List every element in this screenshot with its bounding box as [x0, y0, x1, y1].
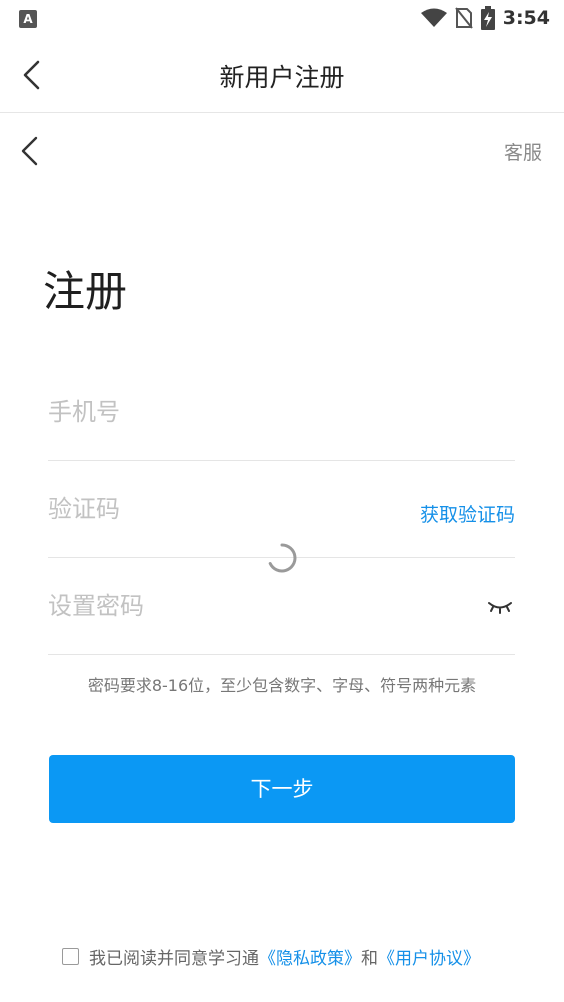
phone-field-row	[48, 364, 515, 461]
agreement-conjunction: 和	[361, 949, 378, 969]
next-step-button[interactable]: 下一步	[49, 755, 515, 823]
privacy-policy-link[interactable]: 《隐私政策》	[259, 944, 361, 969]
status-icons: 3:54	[420, 6, 550, 30]
register-heading: 注册	[43, 267, 128, 316]
verification-code-input[interactable]	[48, 461, 408, 557]
back-arrow-icon[interactable]	[16, 134, 46, 168]
password-hint: 密码要求8-16位，至少包含数字、字母、符号两种元素	[87, 676, 477, 695]
wifi-icon	[420, 8, 447, 27]
app-notification-icon: A	[19, 10, 37, 28]
clock: 3:54	[502, 7, 550, 29]
agreement-text: 我已阅读并同意学习通	[89, 949, 259, 969]
get-code-button[interactable]: 获取验证码	[420, 500, 515, 527]
status-bar: A 3:54	[0, 0, 564, 38]
customer-service-link[interactable]: 客服	[504, 138, 542, 165]
no-sim-icon	[454, 7, 473, 29]
app-bar: 新用户注册	[0, 38, 564, 113]
battery-charging-icon	[480, 6, 495, 30]
phone-input[interactable]	[48, 364, 408, 460]
agreement-row: 我已阅读并同意学习通 《隐私政策》 和 《用户协议》	[62, 944, 480, 969]
password-field-row	[48, 558, 515, 655]
page-title: 新用户注册	[219, 63, 345, 92]
agree-checkbox[interactable]	[62, 948, 79, 965]
password-input[interactable]	[48, 558, 408, 654]
eye-closed-icon[interactable]	[487, 596, 513, 616]
user-agreement-link[interactable]: 《用户协议》	[378, 944, 480, 969]
